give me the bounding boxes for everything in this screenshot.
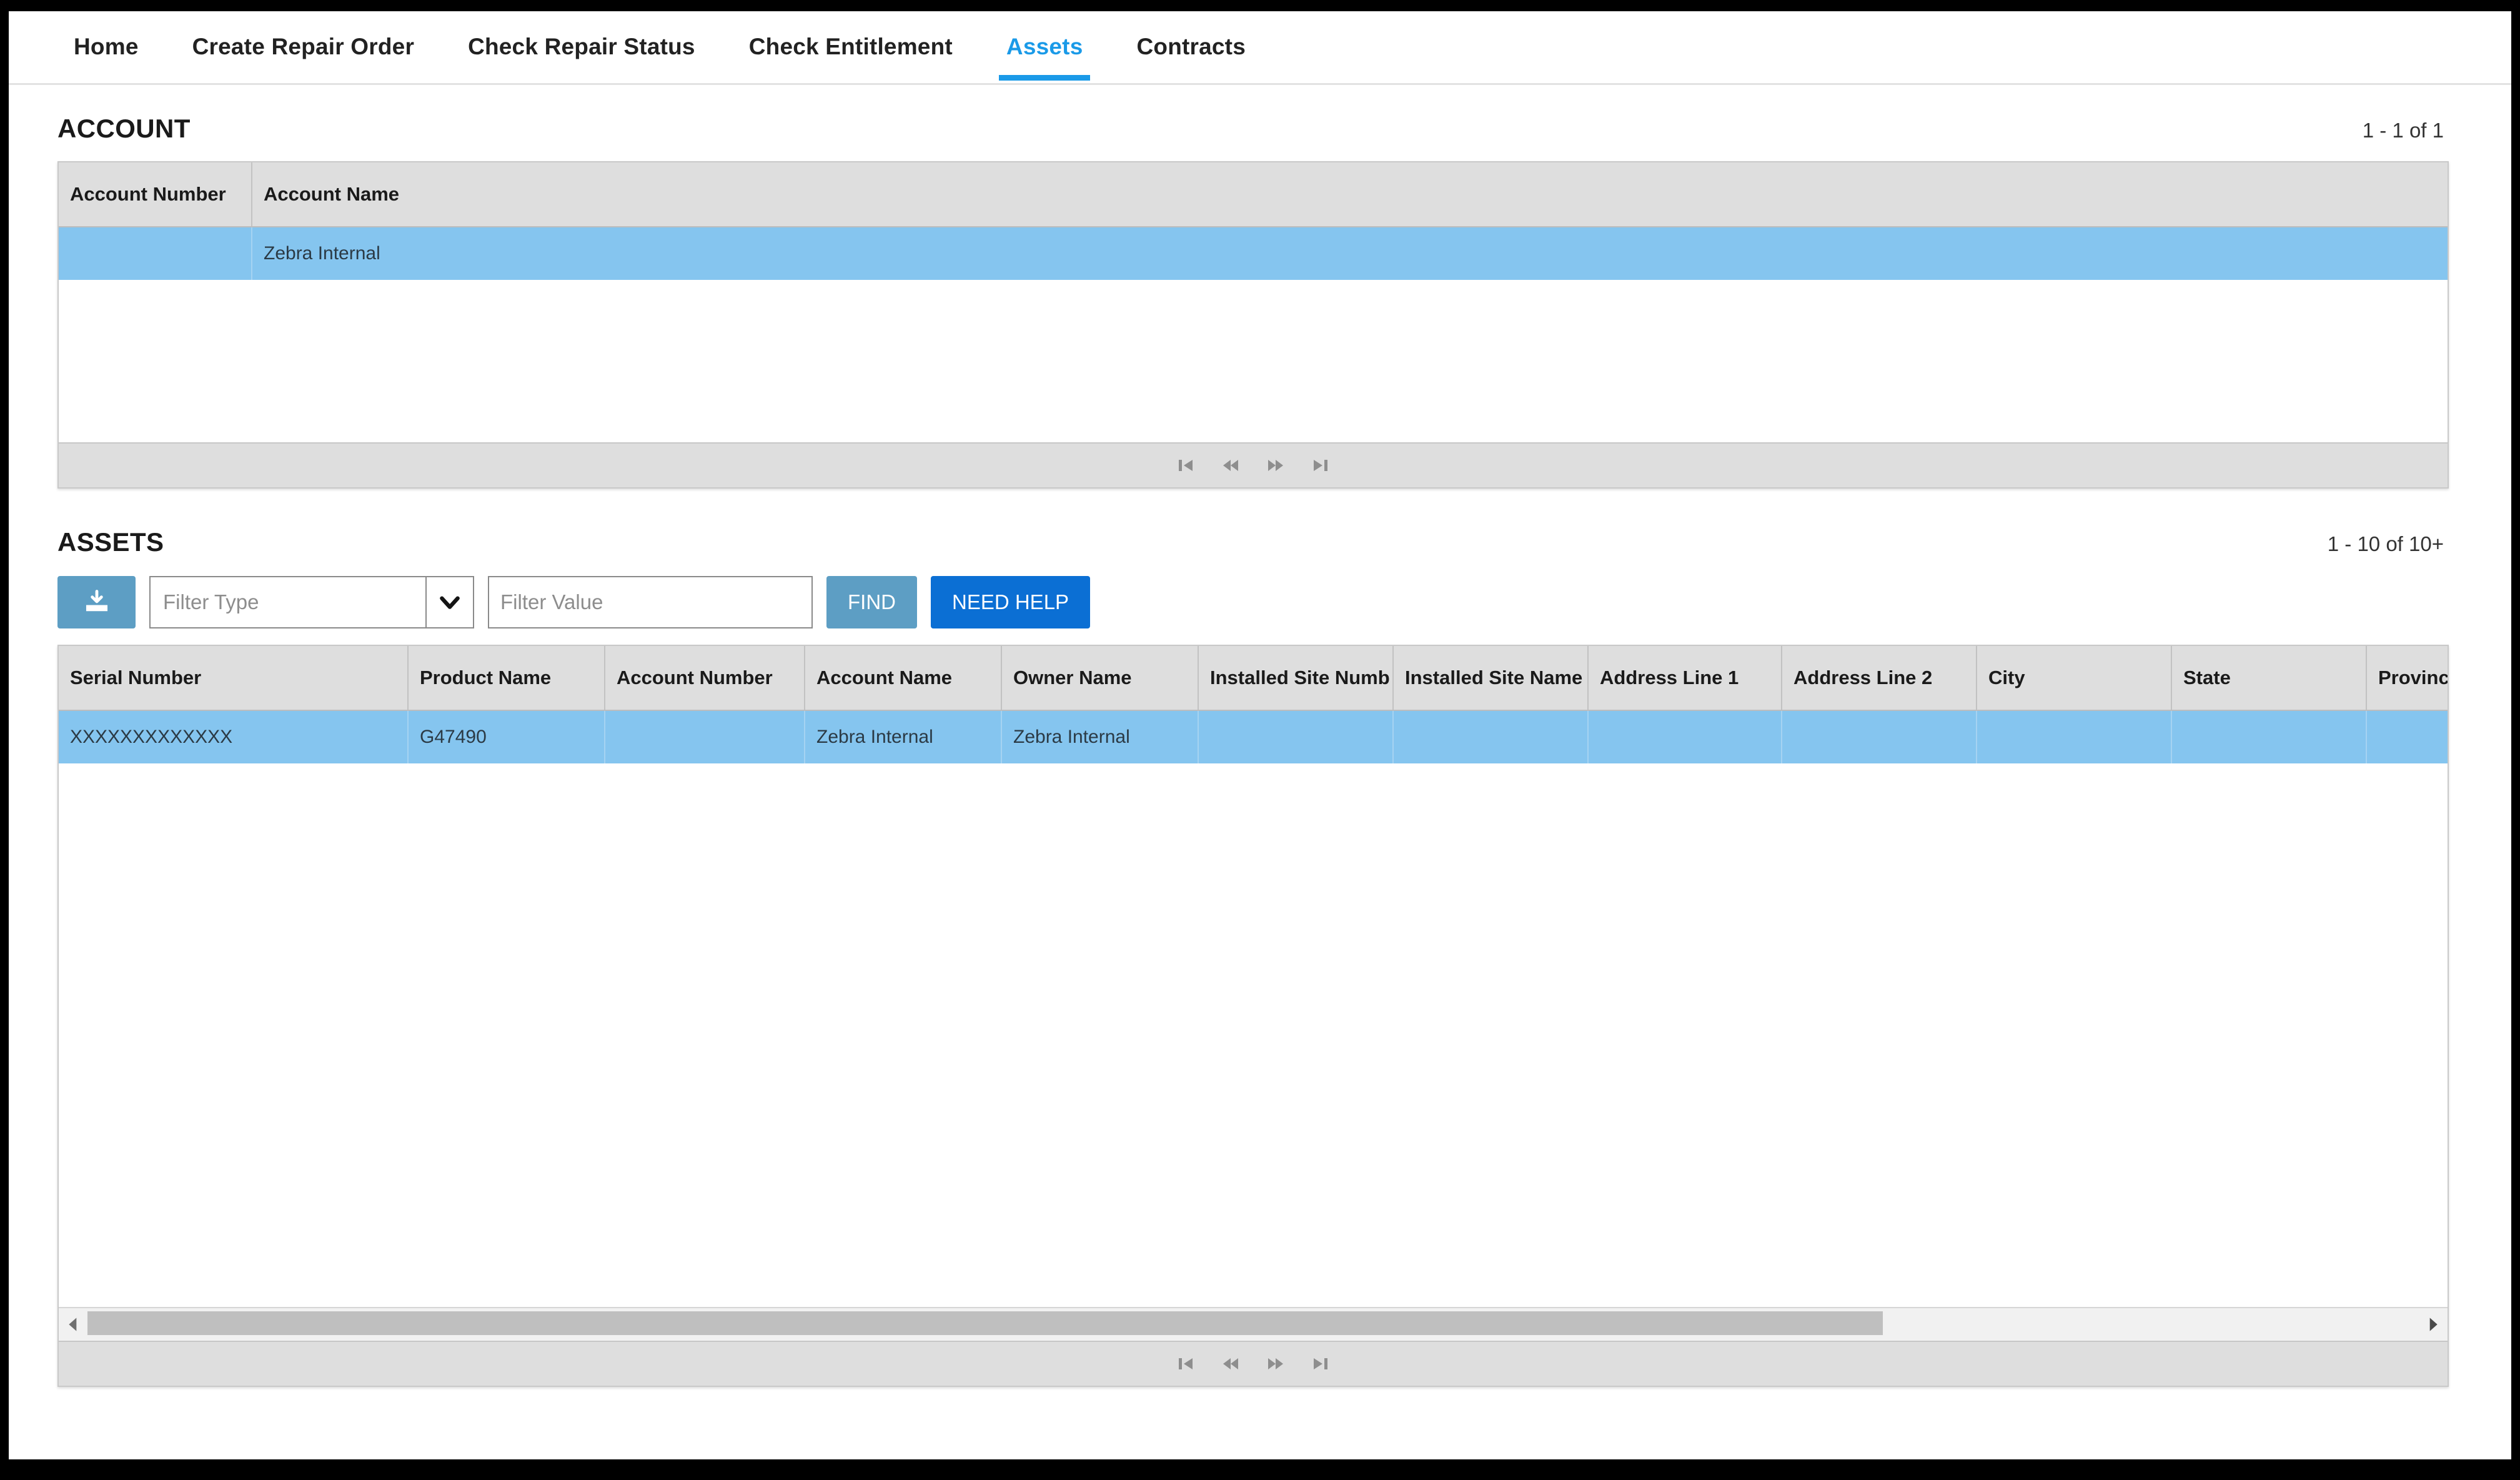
assets-cell-province bbox=[2367, 711, 2448, 763]
assets-cell-account-name: Zebra Internal bbox=[805, 711, 1002, 763]
account-cell-account-number bbox=[59, 227, 252, 280]
next-page-icon[interactable] bbox=[1265, 455, 1286, 476]
assets-table-row[interactable]: XXXXXXXXXXXXX G47490 Zebra Internal Zebr… bbox=[59, 711, 2448, 763]
previous-page-icon[interactable] bbox=[1220, 455, 1241, 476]
assets-column-serial-number[interactable]: Serial Number bbox=[59, 646, 409, 710]
need-help-button[interactable]: NEED HELP bbox=[931, 576, 1091, 628]
export-button[interactable] bbox=[57, 576, 136, 628]
nav-item-create-repair-order[interactable]: Create Repair Order bbox=[190, 16, 417, 79]
assets-column-account-number[interactable]: Account Number bbox=[605, 646, 805, 710]
account-pagination bbox=[59, 442, 2448, 487]
account-column-account-number[interactable]: Account Number bbox=[59, 162, 252, 226]
scroll-right-icon[interactable] bbox=[2419, 1308, 2448, 1341]
assets-column-address-line-1[interactable]: Address Line 1 bbox=[1589, 646, 1782, 710]
assets-column-account-name[interactable]: Account Name bbox=[805, 646, 1002, 710]
main-navigation: Home Create Repair Order Check Repair St… bbox=[9, 11, 2511, 85]
application-window: Home Create Repair Order Check Repair St… bbox=[9, 11, 2511, 1459]
assets-cell-product-name: G47490 bbox=[409, 711, 605, 763]
assets-cell-account-number bbox=[605, 711, 805, 763]
assets-column-address-line-2[interactable]: Address Line 2 bbox=[1782, 646, 1977, 710]
assets-pagination bbox=[59, 1341, 2448, 1386]
next-page-icon[interactable] bbox=[1265, 1353, 1286, 1374]
find-button[interactable]: FIND bbox=[826, 576, 917, 628]
assets-section-header: ASSETS 1 - 10 of 10+ bbox=[9, 527, 2511, 557]
assets-cell-owner-name: Zebra Internal bbox=[1002, 711, 1199, 763]
account-grid-panel: Account Number Account Name Zebra Intern… bbox=[57, 161, 2449, 489]
nav-item-check-entitlement[interactable]: Check Entitlement bbox=[747, 16, 955, 79]
filter-value-input[interactable] bbox=[488, 576, 813, 628]
scrollbar-thumb[interactable] bbox=[87, 1311, 1883, 1335]
nav-item-assets[interactable]: Assets bbox=[998, 16, 1091, 81]
account-record-count: 1 - 1 of 1 bbox=[2362, 119, 2444, 142]
first-page-icon[interactable] bbox=[1175, 1353, 1196, 1374]
assets-cell-installed-site-number bbox=[1199, 711, 1394, 763]
assets-record-count: 1 - 10 of 10+ bbox=[2327, 532, 2444, 555]
previous-page-icon[interactable] bbox=[1220, 1353, 1241, 1374]
assets-cell-serial-number: XXXXXXXXXXXXX bbox=[59, 711, 409, 763]
nav-item-home[interactable]: Home bbox=[71, 16, 141, 79]
assets-toolbar: Filter Type FIND NEED HELP bbox=[57, 576, 2511, 628]
download-icon bbox=[83, 588, 111, 617]
assets-column-installed-site-name[interactable]: Installed Site Name bbox=[1394, 646, 1589, 710]
assets-cell-installed-site-name bbox=[1394, 711, 1589, 763]
account-grid-empty-area bbox=[59, 280, 2448, 442]
assets-cell-state bbox=[2172, 711, 2367, 763]
assets-horizontal-scrollbar[interactable] bbox=[59, 1307, 2448, 1341]
assets-grid-viewport: Serial Number Product Name Account Numbe… bbox=[59, 646, 2448, 1307]
assets-column-city[interactable]: City bbox=[1977, 646, 2172, 710]
assets-cell-address-line-2 bbox=[1782, 711, 1977, 763]
account-column-account-name[interactable]: Account Name bbox=[252, 162, 2448, 226]
account-section-title: ACCOUNT bbox=[57, 114, 191, 143]
chevron-down-icon[interactable] bbox=[425, 577, 473, 627]
assets-column-owner-name[interactable]: Owner Name bbox=[1002, 646, 1199, 710]
assets-column-state[interactable]: State bbox=[2172, 646, 2367, 710]
assets-column-province[interactable]: Province bbox=[2367, 646, 2448, 710]
assets-grid-panel: Serial Number Product Name Account Numbe… bbox=[57, 645, 2449, 1387]
filter-type-placeholder: Filter Type bbox=[163, 590, 259, 613]
scrollbar-track[interactable] bbox=[87, 1308, 2419, 1341]
nav-item-contracts[interactable]: Contracts bbox=[1134, 16, 1248, 79]
assets-cell-address-line-1 bbox=[1589, 711, 1782, 763]
assets-cell-city bbox=[1977, 711, 2172, 763]
assets-section-title: ASSETS bbox=[57, 527, 164, 557]
last-page-icon[interactable] bbox=[1310, 455, 1331, 476]
assets-column-installed-site-number[interactable]: Installed Site Numb bbox=[1199, 646, 1394, 710]
scroll-left-icon[interactable] bbox=[59, 1308, 87, 1341]
assets-grid-header: Serial Number Product Name Account Numbe… bbox=[59, 646, 2448, 711]
account-section-header: ACCOUNT 1 - 1 of 1 bbox=[9, 114, 2511, 144]
assets-grid-empty-area bbox=[59, 763, 2448, 1307]
first-page-icon[interactable] bbox=[1175, 455, 1196, 476]
account-grid-header: Account Number Account Name bbox=[59, 162, 2448, 227]
account-table-row[interactable]: Zebra Internal bbox=[59, 227, 2448, 280]
assets-column-product-name[interactable]: Product Name bbox=[409, 646, 605, 710]
account-cell-account-name: Zebra Internal bbox=[264, 243, 380, 264]
nav-item-check-repair-status[interactable]: Check Repair Status bbox=[465, 16, 698, 79]
last-page-icon[interactable] bbox=[1310, 1353, 1331, 1374]
filter-type-select[interactable]: Filter Type bbox=[149, 576, 474, 628]
